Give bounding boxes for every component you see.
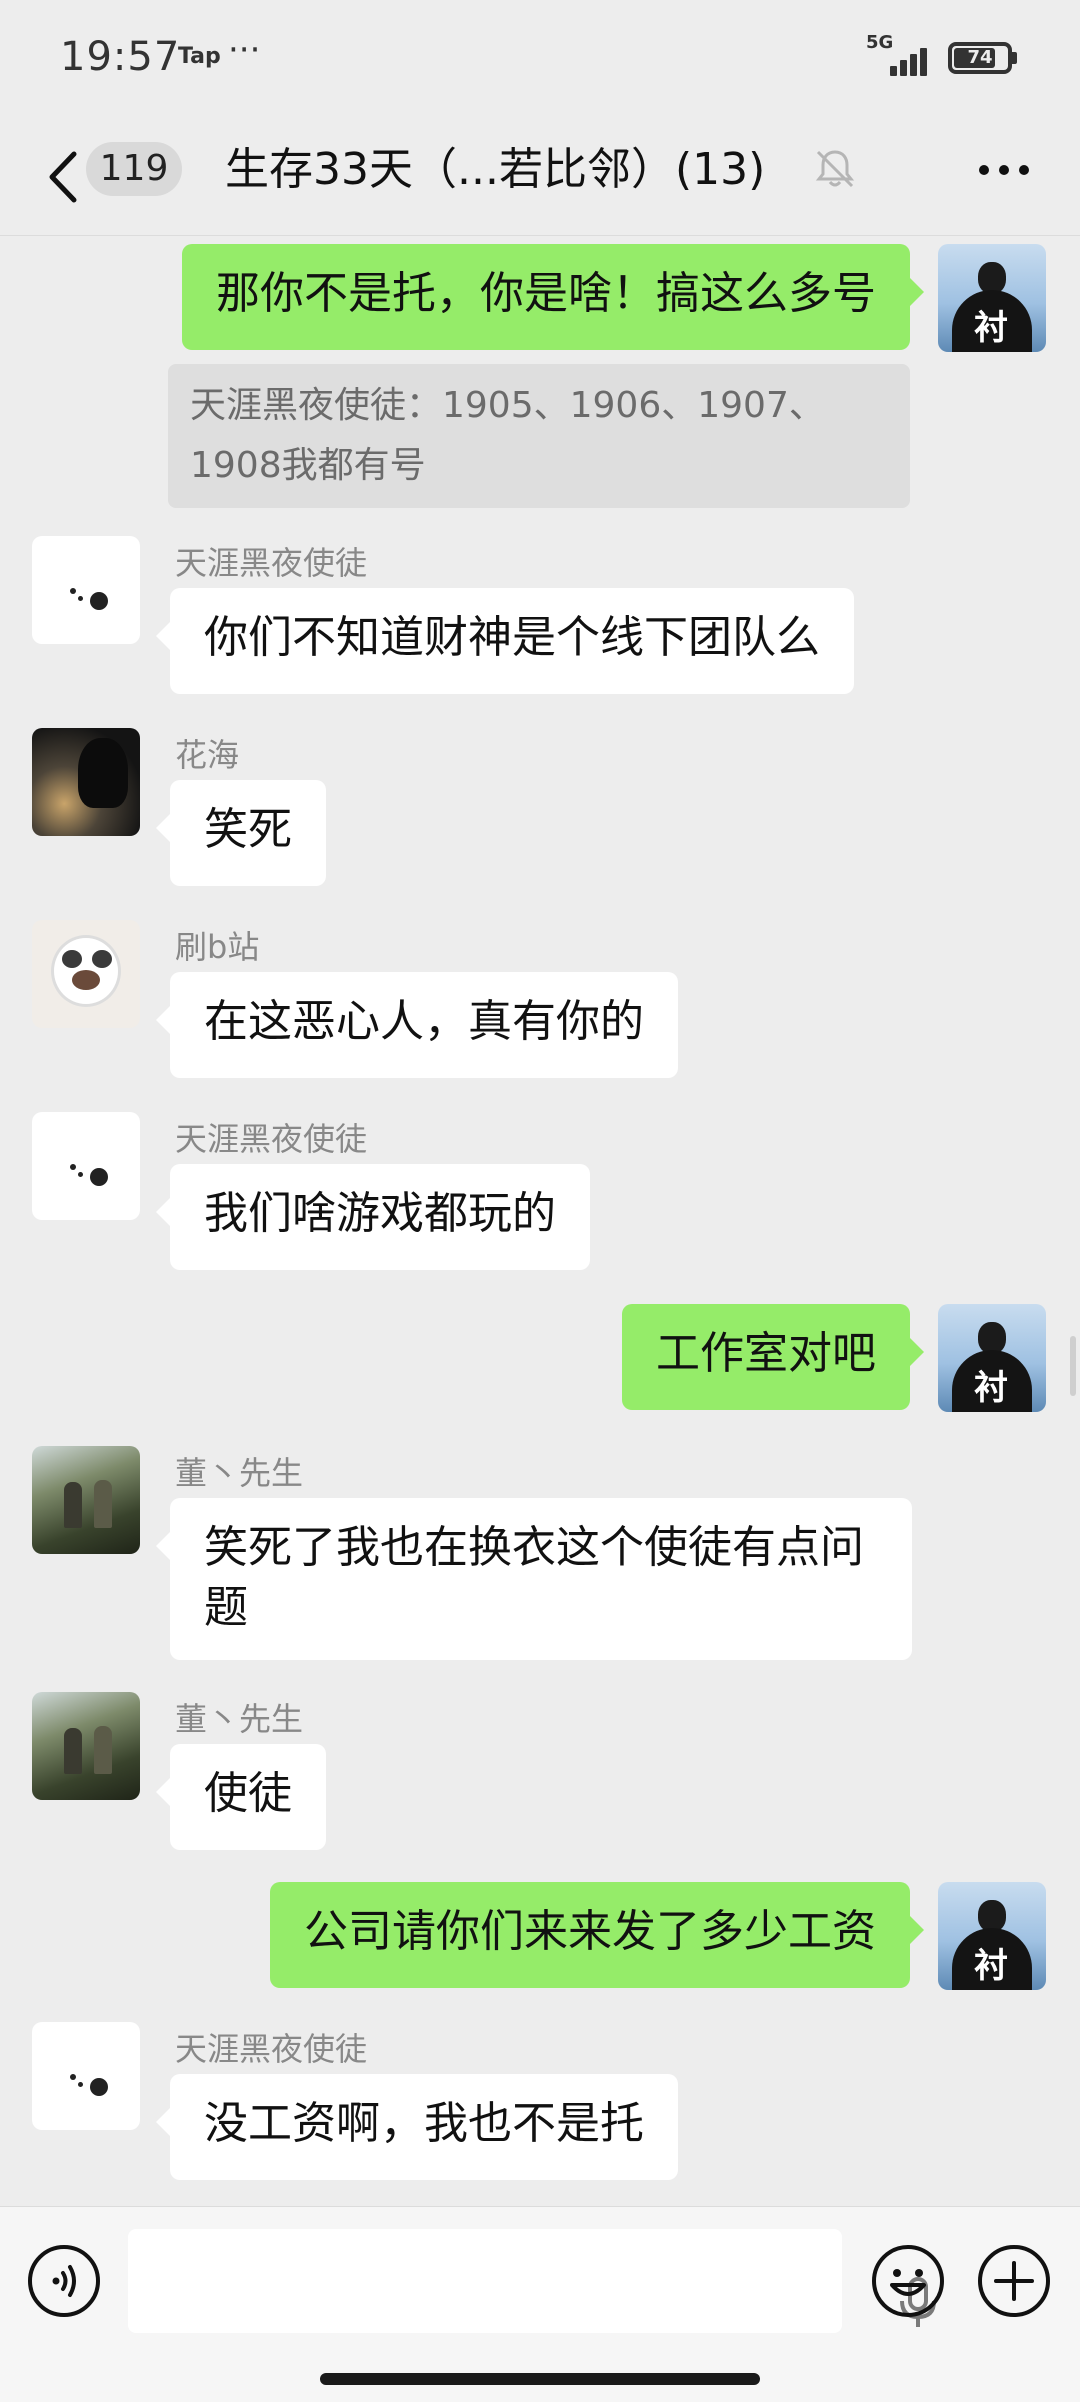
sender-avatar[interactable] xyxy=(32,1446,140,1554)
status-bar: 19:57 Tap ··· 5G 74 xyxy=(0,0,1080,120)
self-avatar[interactable]: 衬 xyxy=(938,244,1046,352)
message-bubble-incoming[interactable]: 在这恶心人，真有你的 xyxy=(156,972,678,1078)
self-avatar[interactable]: 衬 xyxy=(938,1882,1046,1990)
message-bubble-incoming[interactable]: 笑死了我也在换衣这个使徒有点问题 xyxy=(156,1498,912,1660)
self-avatar[interactable]: 衬 xyxy=(938,1304,1046,1412)
sender-name: 刷b站 xyxy=(175,928,260,966)
sender-name: 天涯黑夜使徒 xyxy=(175,1120,368,1158)
sender-name: 董丶先生 xyxy=(175,1700,304,1738)
message-bubble-incoming[interactable]: 笑死 xyxy=(156,780,326,886)
message-bubble-incoming[interactable]: 使徒 xyxy=(156,1744,326,1850)
message-bubble-incoming[interactable]: 你们不知道财神是个线下团队么 xyxy=(156,588,854,694)
back-arrow-icon[interactable] xyxy=(40,142,90,212)
voice-icon[interactable] xyxy=(26,2243,102,2319)
quoted-message[interactable]: 天涯黑夜使徒：1905、1906、1907、1908我都有号 xyxy=(168,364,910,508)
status-time: 19:57 xyxy=(60,34,181,80)
notification-dots: ··· xyxy=(228,30,261,70)
sender-avatar[interactable] xyxy=(32,920,140,1028)
battery-level: 74 xyxy=(967,47,993,68)
unread-count-badge[interactable]: 119 xyxy=(86,142,182,196)
sender-name: 天涯黑夜使徒 xyxy=(175,2030,368,2068)
scroll-indicator xyxy=(1070,1336,1076,1396)
plus-icon[interactable] xyxy=(976,2243,1052,2319)
message-input[interactable] xyxy=(128,2229,936,2333)
sender-avatar[interactable] xyxy=(32,1692,140,1800)
chat-header: 119 生存33天（...若比邻）(13) xyxy=(0,120,1080,236)
sender-name: 花海 xyxy=(175,736,240,774)
more-dots-icon[interactable] xyxy=(976,160,1032,180)
message-bubble-incoming[interactable]: 我们啥游戏都玩的 xyxy=(156,1164,590,1270)
message-bubble-outgoing[interactable]: 工作室对吧 xyxy=(622,1304,924,1410)
tap-app-badge: Tap xyxy=(178,44,221,69)
sender-avatar[interactable] xyxy=(32,536,140,644)
network-type: 5G xyxy=(866,32,894,53)
signal-icon: 5G xyxy=(866,32,938,76)
sender-avatar[interactable] xyxy=(32,1112,140,1220)
input-bar xyxy=(0,2206,1080,2402)
emoji-icon[interactable] xyxy=(870,2243,946,2319)
sender-avatar[interactable] xyxy=(32,728,140,836)
message-bubble-incoming[interactable]: 没工资啊，我也不是托 xyxy=(156,2074,678,2180)
message-bubble-outgoing[interactable]: 公司请你们来来发了多少工资 xyxy=(270,1882,924,1988)
message-bubble-outgoing[interactable]: 那你不是托，你是啥！搞这么多号 xyxy=(182,244,924,350)
bell-off-icon xyxy=(812,146,858,192)
sender-name: 董丶先生 xyxy=(175,1454,304,1492)
sender-name: 天涯黑夜使徒 xyxy=(175,544,368,582)
home-indicator[interactable] xyxy=(320,2373,760,2385)
sender-avatar[interactable] xyxy=(32,2022,140,2130)
battery-icon: 74 xyxy=(948,42,1012,74)
chat-title: 生存33天（...若比邻）(13) xyxy=(225,144,766,195)
message-list[interactable]: 衬 那你不是托，你是啥！搞这么多号 天涯黑夜使徒：1905、1906、1907、… xyxy=(0,236,1080,2206)
